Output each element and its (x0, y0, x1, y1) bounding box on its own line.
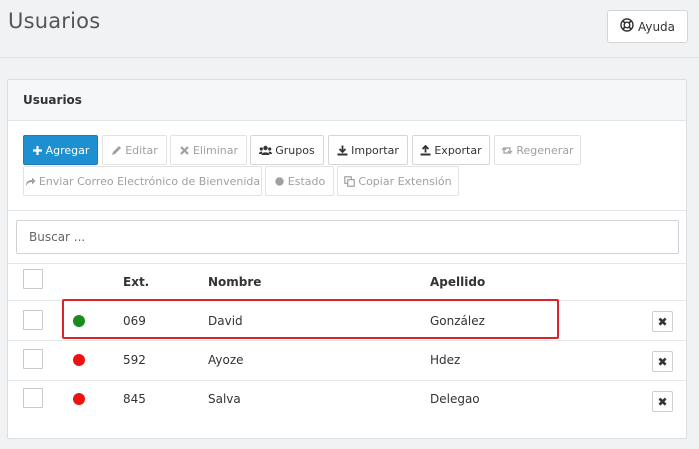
export-button[interactable]: Exportar (412, 135, 490, 165)
select-all-checkbox[interactable] (23, 269, 43, 289)
add-button[interactable]: Agregar (23, 135, 98, 165)
header-surname: Apellido (430, 275, 486, 289)
delete-row-button[interactable]: ✖ (652, 351, 673, 372)
cell-name: Ayoze (208, 353, 244, 367)
cell-name: David (208, 314, 243, 328)
help-label: Ayuda (637, 19, 676, 34)
edit-button[interactable]: Editar (102, 135, 167, 165)
page-title: Usuarios (8, 9, 101, 33)
search-divider (8, 210, 686, 211)
welcome-email-button[interactable]: Enviar Correo Electrónico de Bienvenida (23, 166, 262, 196)
status-button[interactable]: Estado (265, 166, 334, 196)
users-panel: Usuarios Agregar Editar Eliminar Grupos … (7, 79, 687, 439)
export-button-label: Exportar (434, 143, 482, 157)
plus-icon (32, 145, 43, 156)
copy-extension-button-label: Copiar Extensión (358, 174, 452, 188)
panel-title: Usuarios (8, 80, 686, 121)
cell-ext: 069 (123, 314, 146, 328)
import-button[interactable]: Importar (328, 135, 408, 165)
edit-button-label: Editar (125, 143, 158, 157)
row-checkbox[interactable] (23, 349, 43, 369)
cell-surname: Delegao (430, 392, 480, 406)
groups-button[interactable]: Grupos (250, 135, 324, 165)
download-icon (337, 145, 348, 156)
row-checkbox[interactable] (23, 310, 43, 330)
table-row[interactable]: 845 Salva Delegao ✖ (8, 380, 686, 420)
upload-icon (420, 144, 431, 156)
delete-row-button[interactable]: ✖ (652, 391, 673, 412)
regenerate-button[interactable]: Regenerar (494, 135, 581, 165)
header-divider (0, 57, 699, 58)
delete-button[interactable]: Eliminar (170, 135, 247, 165)
copy-extension-button[interactable]: Copiar Extensión (337, 166, 459, 196)
share-icon (25, 176, 36, 187)
search-input[interactable] (16, 220, 679, 254)
circle-icon (274, 176, 285, 187)
cell-ext: 592 (123, 353, 146, 367)
regenerate-button-label: Regenerar (516, 143, 574, 157)
users-icon (259, 145, 273, 156)
status-indicator (73, 393, 85, 405)
copy-icon (344, 175, 356, 187)
table-row[interactable]: 069 David González ✖ (8, 300, 686, 340)
delete-button-label: Eliminar (192, 143, 239, 157)
status-indicator (73, 354, 85, 366)
status-button-label: Estado (287, 174, 326, 188)
header-name: Nombre (208, 275, 262, 289)
help-button[interactable]: Ayuda (607, 10, 688, 43)
cell-ext: 845 (123, 392, 146, 406)
cell-surname: Hdez (430, 353, 461, 367)
table-row[interactable]: 592 Ayoze Hdez ✖ (8, 340, 686, 380)
status-indicator (73, 315, 85, 327)
groups-button-label: Grupos (275, 143, 315, 157)
import-button-label: Importar (351, 143, 399, 157)
table-header: Ext. Nombre Apellido (8, 263, 686, 300)
close-icon (179, 145, 190, 156)
row-checkbox[interactable] (23, 388, 43, 408)
retweet-icon (501, 145, 513, 156)
lifebuoy-icon (620, 18, 634, 35)
header-ext: Ext. (123, 275, 150, 289)
delete-row-button[interactable]: ✖ (652, 311, 673, 332)
cell-name: Salva (208, 392, 241, 406)
welcome-email-button-label: Enviar Correo Electrónico de Bienvenida (38, 174, 261, 188)
cell-surname: González (430, 314, 485, 328)
add-button-label: Agregar (45, 143, 90, 157)
pencil-icon (111, 145, 122, 156)
